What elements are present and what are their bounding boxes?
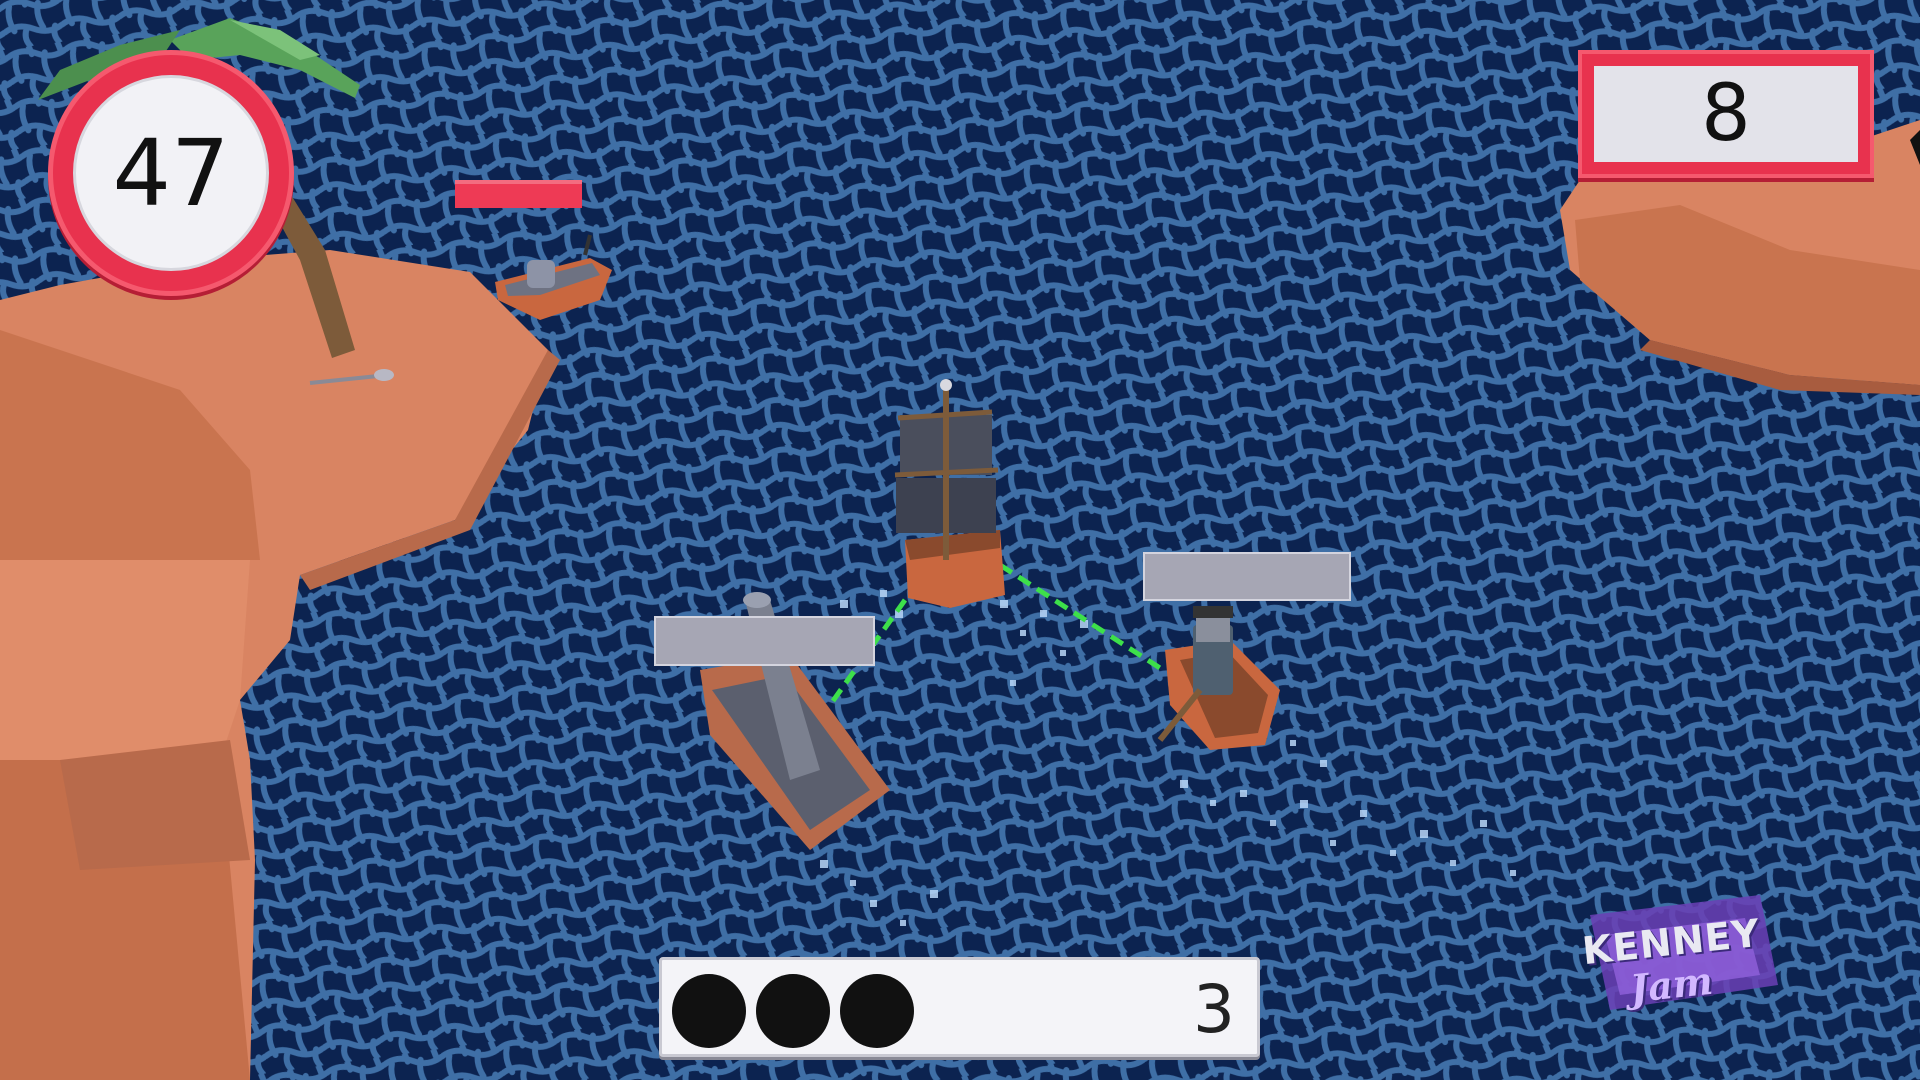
ammo-bar: 3	[659, 957, 1260, 1057]
logo-line2: Jam	[1627, 957, 1715, 1012]
enemy-health-bar-rowboat	[1143, 552, 1351, 601]
cannonball-icon	[672, 974, 746, 1048]
ammo-count: 3	[1193, 971, 1235, 1048]
enemy-health-bar-cannon-raft	[654, 616, 875, 666]
cannonball-icon	[756, 974, 830, 1048]
cannonball-icon	[840, 974, 914, 1048]
enemy-health-bar-skiff	[455, 180, 582, 208]
score-box: 8	[1578, 50, 1874, 178]
timer-badge: 47	[48, 50, 294, 296]
timer-value: 47	[73, 75, 269, 271]
score-value: 8	[1594, 66, 1858, 162]
kenney-jam-logo: KENNEY Jam	[1560, 900, 1790, 1025]
